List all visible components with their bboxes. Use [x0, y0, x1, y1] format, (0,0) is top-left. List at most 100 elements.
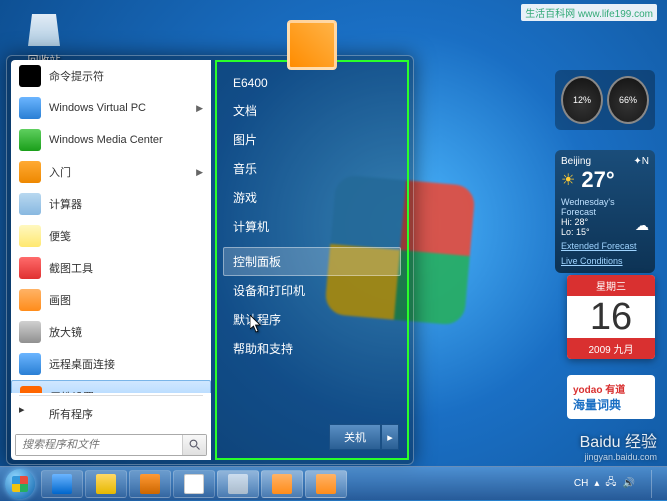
program-label: Windows Virtual PC — [49, 102, 146, 114]
shutdown-button[interactable]: 关机 — [329, 424, 381, 450]
ram-dial: 66% — [607, 76, 649, 124]
start-menu-program-item[interactable]: Windows Media Center — [11, 124, 211, 156]
start-menu-right-item[interactable]: 控制面板 — [223, 247, 401, 276]
start-menu-program-item[interactable]: Windows Virtual PC ▶ — [11, 92, 211, 124]
volume-icon[interactable]: 🔊 — [623, 478, 635, 489]
program-label: 画图 — [49, 292, 71, 308]
program-label: 远程桌面连接 — [49, 356, 115, 372]
program-label: 命令提示符 — [49, 68, 104, 84]
taskbar-item-ie[interactable] — [41, 470, 83, 498]
start-menu-search — [15, 434, 207, 456]
start-menu-right-item[interactable]: 设备和打印机 — [223, 276, 401, 305]
start-menu-program-item[interactable]: 远程桌面连接 — [11, 348, 211, 380]
start-menu-right-item[interactable]: 默认程序 — [223, 305, 401, 334]
start-menu-program-item[interactable]: 画图 — [11, 284, 211, 316]
youdao-icon — [184, 474, 204, 494]
windows-logo-icon — [5, 469, 35, 499]
program-label: 放大镜 — [49, 324, 82, 340]
taskbar-item-notepad[interactable] — [217, 470, 259, 498]
watermark-baidu: Baidu 经验 jingyan.baidu.com — [580, 428, 657, 462]
taskbar: CH ▴ 🖧 🔊 — [0, 466, 667, 500]
extended-forecast-link[interactable]: Extended Forecast — [561, 241, 637, 251]
start-menu-right-item[interactable]: 图片 — [223, 125, 401, 154]
youdao-tagline: 海量词典 — [573, 396, 649, 413]
watermark-top: 生活百科网 www.life199.com — [521, 4, 657, 21]
taskbar-item-paint2[interactable] — [305, 470, 347, 498]
sun-icon: ☀ — [561, 170, 575, 190]
taskbar-item-youdao[interactable] — [173, 470, 215, 498]
paint-icon — [316, 474, 336, 494]
start-menu-right-item[interactable]: 帮助和支持 — [223, 334, 401, 363]
taskbar-item-wmp[interactable] — [129, 470, 171, 498]
submenu-arrow-icon: ▶ — [196, 103, 203, 114]
start-menu-program-item[interactable]: 命令提示符 — [11, 60, 211, 92]
user-picture[interactable] — [287, 20, 337, 70]
gadget-youdao[interactable]: yodao 有道 海量词典 — [567, 375, 655, 419]
start-menu-program-item[interactable]: 截图工具 — [11, 252, 211, 284]
all-programs-item[interactable]: ▸ 所有程序 — [11, 398, 211, 430]
system-tray: CH ▴ 🖧 🔊 — [574, 470, 667, 498]
start-menu-program-item[interactable]: 属性设置 — [11, 380, 211, 393]
compass-icon: ✦N — [633, 156, 649, 167]
start-menu-right-pane: E6400文档图片音乐游戏计算机控制面板设备和打印机默认程序帮助和支持 关机 ▸ — [215, 60, 409, 460]
show-desktop-button[interactable] — [651, 470, 661, 498]
tray-lang-indicator[interactable]: CH — [574, 478, 588, 489]
wmp-icon — [140, 474, 160, 494]
program-icon — [19, 65, 41, 87]
program-label: Windows Media Center — [49, 134, 163, 146]
program-label: 便笺 — [49, 228, 71, 244]
gadget-calendar[interactable]: 星期三 16 2009 九月 — [567, 275, 655, 359]
search-icon[interactable] — [182, 435, 206, 455]
all-programs-icon: ▸ — [19, 403, 41, 425]
start-menu: 命令提示符 Windows Virtual PC ▶ Windows Media… — [6, 55, 414, 465]
program-icon — [19, 193, 41, 215]
forecast-title: Wednesday's Forecast — [561, 197, 649, 217]
start-menu-program-item[interactable]: 便笺 — [11, 220, 211, 252]
search-input[interactable] — [16, 435, 182, 455]
start-menu-program-item[interactable]: 入门 ▶ — [11, 156, 211, 188]
start-menu-program-item[interactable]: 计算器 — [11, 188, 211, 220]
program-label: 截图工具 — [49, 260, 93, 276]
start-menu-right-item[interactable]: 音乐 — [223, 154, 401, 183]
cloud-icon: ☁ — [635, 217, 649, 237]
submenu-arrow-icon: ▶ — [196, 167, 203, 178]
start-menu-right-item[interactable]: 文档 — [223, 96, 401, 125]
program-icon — [19, 225, 41, 247]
start-button[interactable] — [0, 467, 40, 501]
program-icon — [19, 353, 41, 375]
program-label: 属性设置 — [50, 389, 94, 393]
weather-city: Beijing — [561, 156, 591, 167]
shutdown-options-button[interactable]: ▸ — [381, 424, 399, 450]
ie-icon — [52, 474, 72, 494]
notepad-icon — [228, 474, 248, 494]
start-menu-right-item[interactable]: E6400 — [223, 70, 401, 96]
taskbar-item-paint[interactable] — [261, 470, 303, 498]
shutdown-button-group: 关机 ▸ — [329, 424, 399, 450]
calendar-month-year: 2009 九月 — [567, 338, 655, 359]
program-label: 入门 — [49, 164, 71, 180]
program-icon — [19, 129, 41, 151]
live-conditions-link[interactable]: Live Conditions — [561, 256, 623, 266]
calendar-weekday: 星期三 — [567, 275, 655, 296]
start-menu-left-pane: 命令提示符 Windows Virtual PC ▶ Windows Media… — [11, 60, 211, 460]
program-icon — [19, 257, 41, 279]
start-menu-right-item[interactable]: 计算机 — [223, 212, 401, 241]
youdao-brand: yodao 有道 — [573, 381, 649, 396]
taskbar-item-explorer[interactable] — [85, 470, 127, 498]
folder-icon — [96, 474, 116, 494]
program-icon — [20, 386, 42, 393]
program-label: 计算器 — [49, 196, 82, 212]
start-menu-program-item[interactable]: 放大镜 — [11, 316, 211, 348]
gadget-cpu-meter[interactable]: 12% 66% — [555, 70, 655, 130]
gadget-weather[interactable]: Beijing ✦N ☀ 27° Wednesday's Forecast Hi… — [555, 150, 655, 273]
start-menu-right-item[interactable]: 游戏 — [223, 183, 401, 212]
weather-lo: Lo: 15° — [561, 227, 590, 237]
tray-up-icon[interactable]: ▴ — [594, 478, 599, 489]
start-menu-divider — [19, 395, 203, 396]
network-icon[interactable]: 🖧 — [605, 475, 616, 492]
cpu-dial: 12% — [561, 76, 603, 124]
program-icon — [19, 321, 41, 343]
recycle-bin-icon — [24, 10, 64, 50]
program-icon — [19, 289, 41, 311]
weather-temperature: 27° — [581, 167, 614, 193]
